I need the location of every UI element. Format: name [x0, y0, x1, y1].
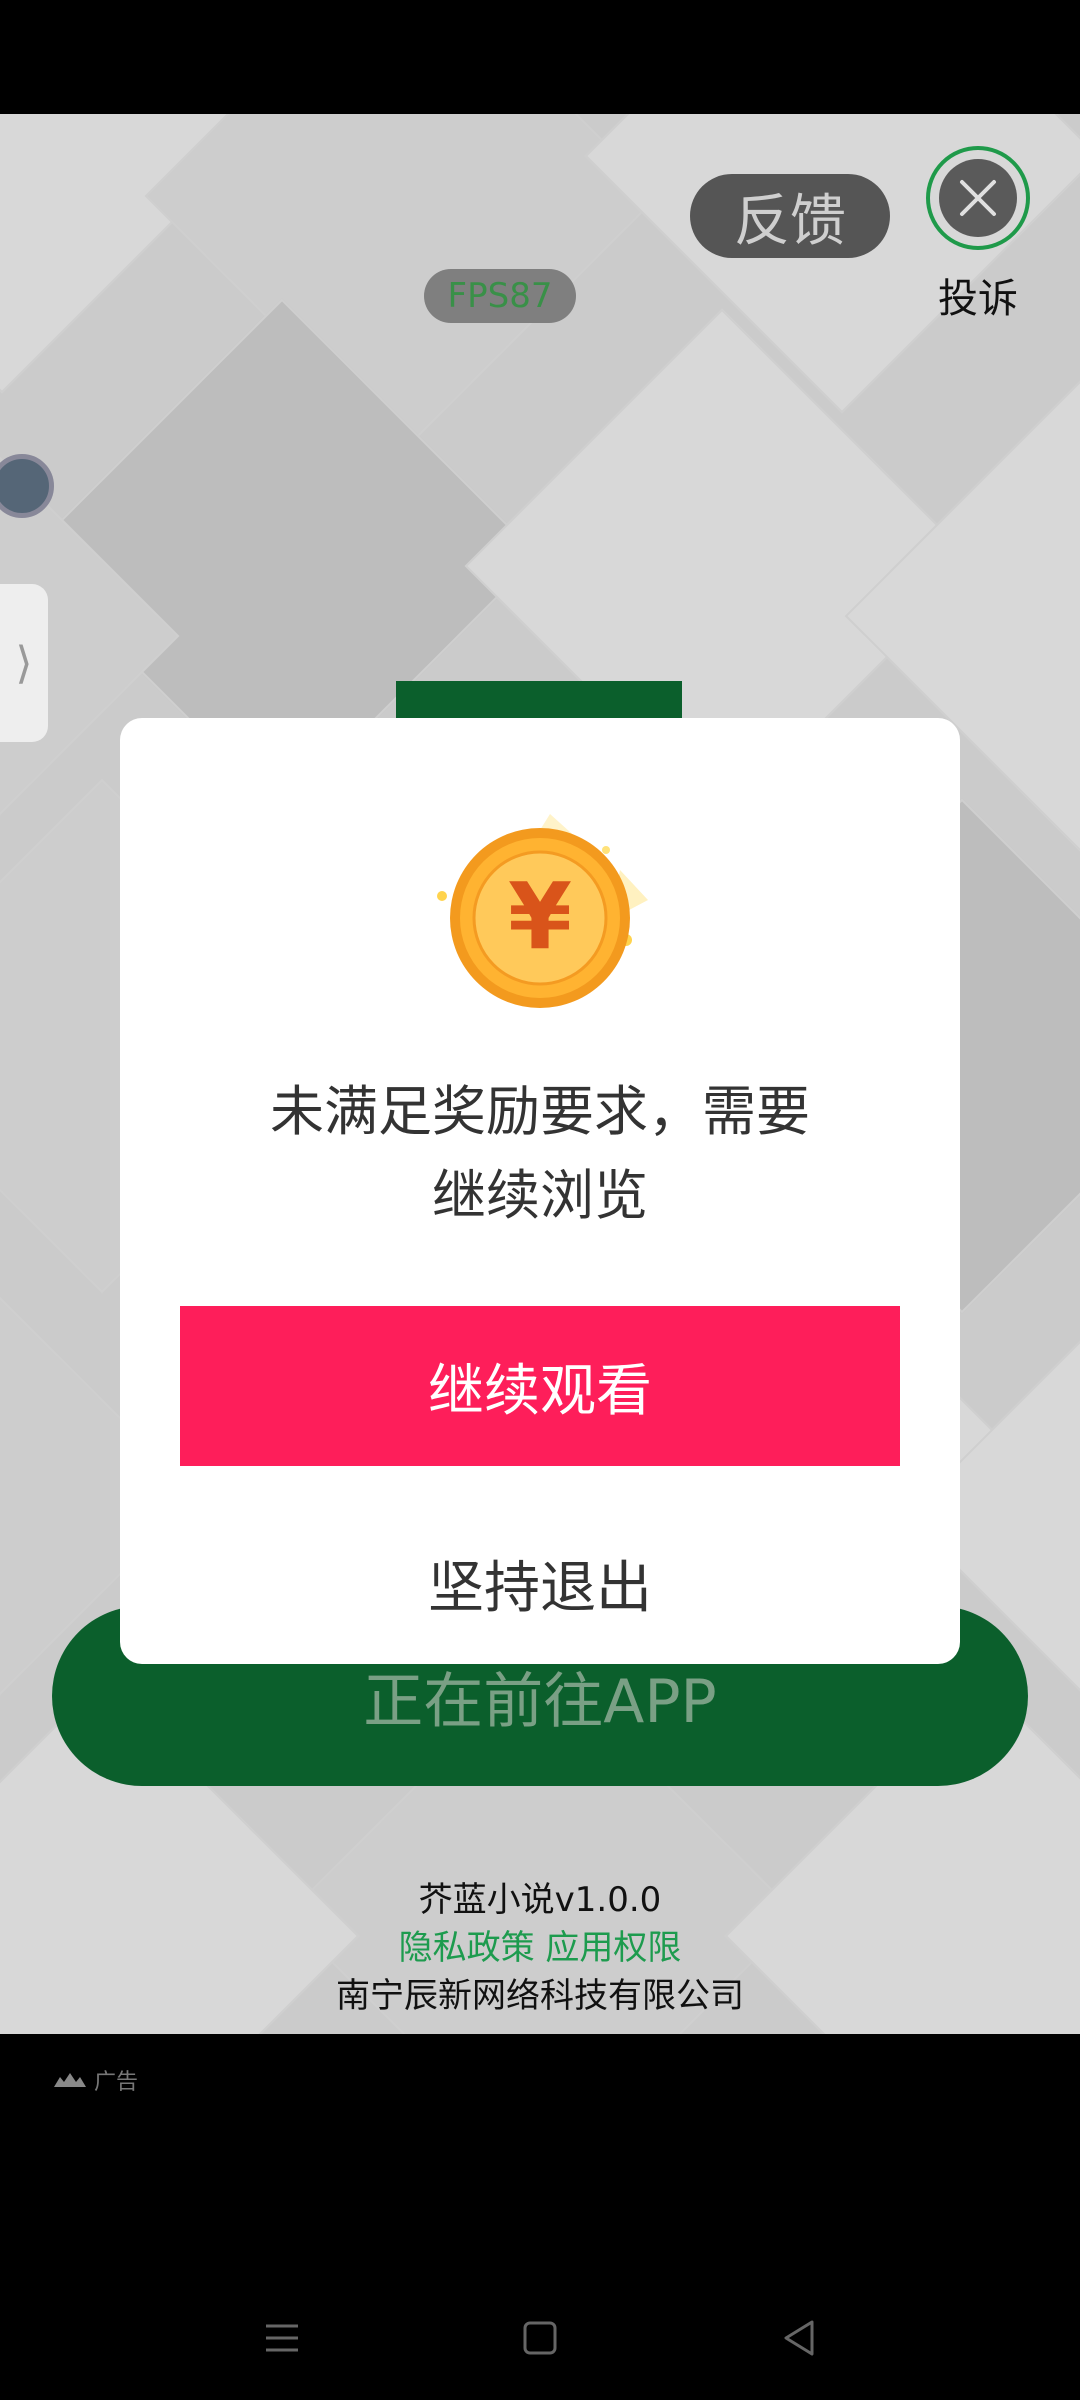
reward-message: 未满足奖励要求，需要 继续浏览 — [180, 1070, 900, 1238]
ad-logo-icon — [54, 2073, 86, 2087]
ad-label-text: 广告 — [94, 2070, 139, 2095]
insist-exit-button[interactable]: 坚持退出 — [180, 1528, 900, 1638]
landing-footer: 芥蓝小说v1.0.0 隐私政策 应用权限 南宁辰新网络科技有限公司 — [0, 1876, 1080, 2020]
yuan-coin-icon: ¥ — [437, 814, 648, 1008]
feedback-button[interactable]: 反馈 — [690, 174, 890, 258]
continue-watching-button[interactable]: 继续观看 — [180, 1306, 900, 1466]
system-nav-bar — [0, 2280, 1080, 2400]
home-button[interactable] — [510, 2308, 570, 2368]
back-button[interactable] — [770, 2308, 830, 2368]
feedback-label: 反馈 — [734, 188, 846, 254]
svg-text:¥: ¥ — [508, 863, 572, 970]
close-icon — [960, 180, 996, 216]
home-icon — [523, 2321, 557, 2355]
message-line-2: 继续浏览 — [432, 1164, 648, 1227]
company-name: 南宁辰新网络科技有限公司 — [336, 1976, 744, 2016]
app-name: 芥蓝小说v1.0.0 — [418, 1880, 662, 1920]
menu-button[interactable] — [252, 2308, 312, 2368]
app-permissions-link[interactable]: 应用权限 — [545, 1928, 681, 1968]
privacy-policy-link[interactable]: 隐私政策 — [399, 1928, 535, 1968]
message-line-1: 未满足奖励要求，需要 — [270, 1080, 810, 1143]
side-expand-handle[interactable]: ⟩ — [0, 584, 48, 742]
complaint-link[interactable]: 投诉 — [918, 266, 1038, 324]
back-icon — [784, 2320, 814, 2356]
fps-badge: FPS87 — [424, 269, 576, 323]
menu-icon — [266, 2324, 298, 2352]
ad-label: 广告 — [52, 2064, 138, 2096]
reward-dialog: ¥ 未满足奖励要求，需要 继续浏览 继续观看 坚持退出 — [120, 718, 960, 1664]
status-bar — [0, 0, 1080, 114]
chevron-right-icon: ⟩ — [15, 637, 33, 689]
close-ad-button[interactable] — [926, 146, 1030, 250]
